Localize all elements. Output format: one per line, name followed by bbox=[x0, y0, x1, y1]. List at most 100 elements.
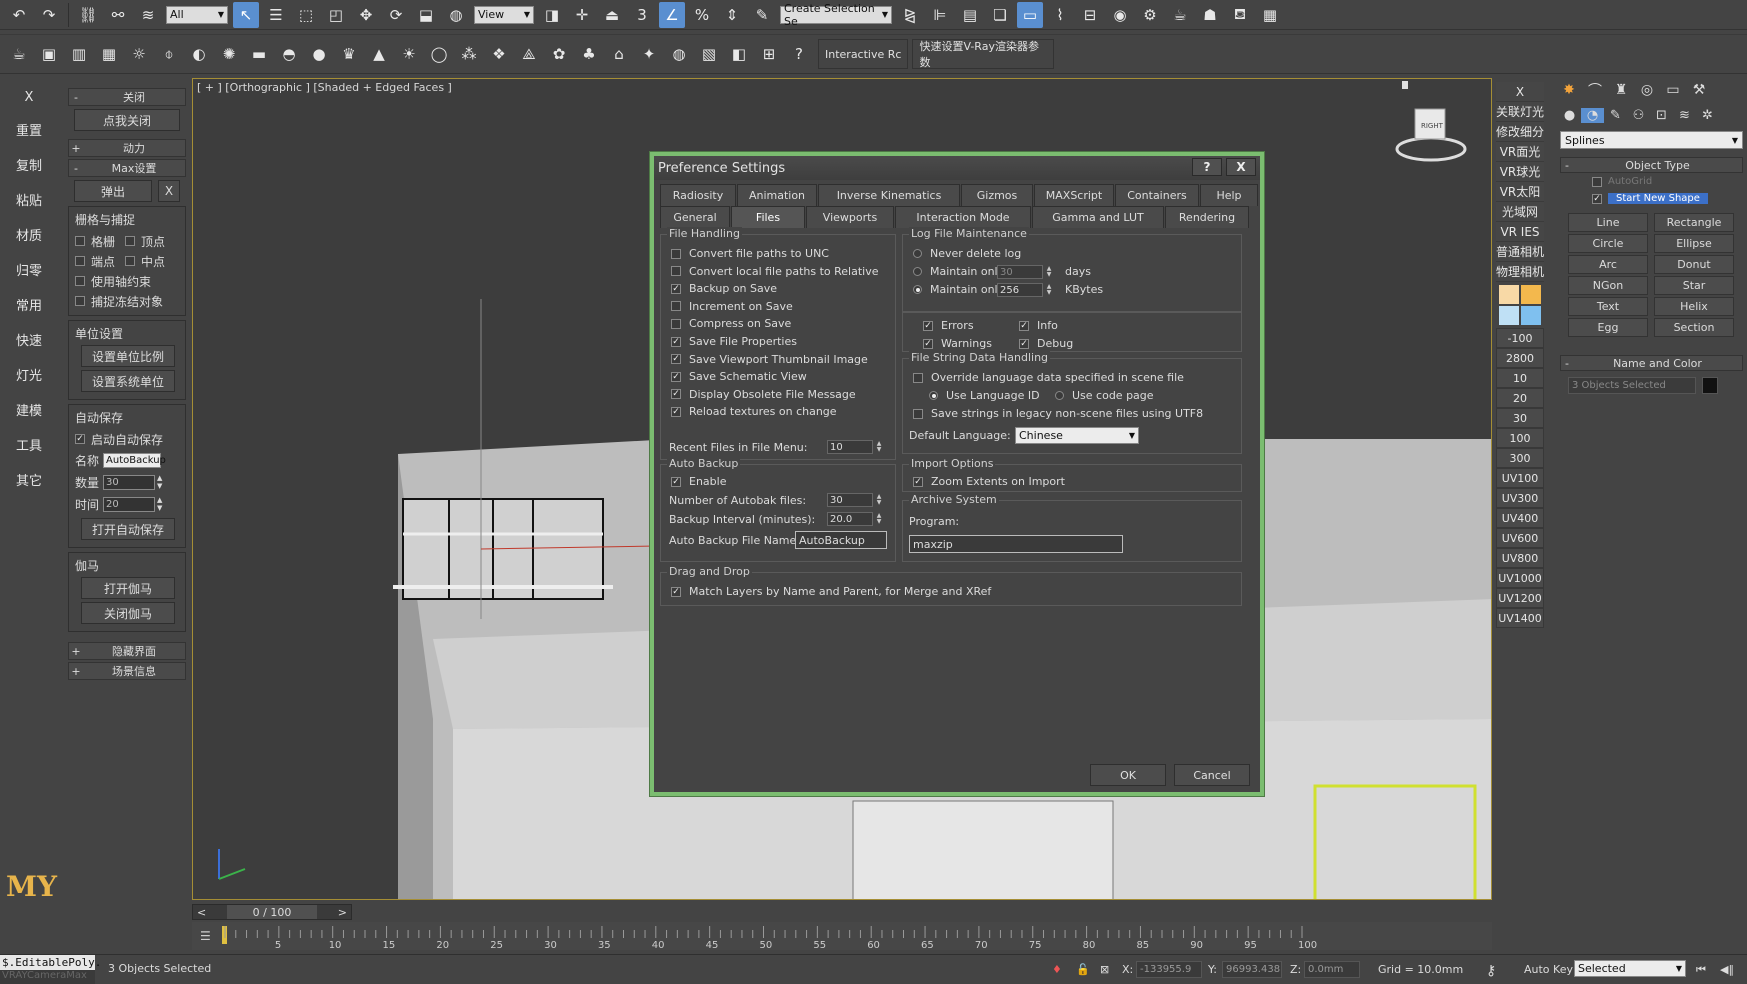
color-swatch[interactable] bbox=[1499, 306, 1519, 325]
right-item-physical-camera[interactable]: 物理相机 bbox=[1496, 262, 1544, 282]
motion-tab-icon[interactable]: ◎ bbox=[1634, 79, 1660, 101]
section-max-settings-head[interactable]: - Max设置 bbox=[68, 159, 186, 177]
vray-quick-settings-button[interactable]: 快速设置V-Ray渲染器参数 bbox=[912, 39, 1055, 69]
archive-program-input[interactable]: maxzip bbox=[909, 535, 1123, 553]
globe-icon[interactable]: ◍ bbox=[666, 41, 692, 67]
errors-option[interactable]: ✓ Errors bbox=[923, 319, 974, 332]
section-scene-info-head[interactable]: + 场景信息 bbox=[68, 662, 186, 680]
shape-button-section[interactable]: Section bbox=[1654, 318, 1734, 337]
selection-lock-icon[interactable]: 🔓 bbox=[1076, 963, 1090, 976]
tab-help[interactable]: Help bbox=[1200, 184, 1258, 206]
tab-containers[interactable]: Containers bbox=[1115, 184, 1199, 206]
tab-interaction-mode[interactable]: Interaction Mode bbox=[895, 206, 1031, 228]
info-checkbox[interactable]: ✓ bbox=[1019, 320, 1029, 331]
autogrid-option[interactable]: AutoGrid bbox=[1592, 173, 1747, 190]
schematic-view-icon[interactable]: ⊟ bbox=[1077, 2, 1103, 28]
strip-item-material[interactable]: 材质 bbox=[0, 217, 58, 252]
warnings-option[interactable]: ✓ Warnings bbox=[923, 337, 992, 350]
preset-value-button[interactable]: UV600 bbox=[1496, 528, 1544, 548]
days-spinner[interactable]: 30 ▲ ▼ bbox=[997, 265, 1053, 279]
preset-value-button[interactable]: 20 bbox=[1496, 388, 1544, 408]
select-and-link-icon[interactable]: ⛓ bbox=[75, 2, 101, 28]
never-delete-radio[interactable] bbox=[913, 249, 922, 258]
strip-item-zero[interactable]: 归零 bbox=[0, 252, 58, 287]
material-editor-icon[interactable]: ◉ bbox=[1107, 2, 1133, 28]
displacement-icon[interactable]: ⟁ bbox=[516, 41, 542, 67]
teapot-icon[interactable]: ☕ bbox=[6, 41, 32, 67]
isolate-icon[interactable]: ♦ bbox=[1052, 963, 1062, 976]
tab-inverse-kinematics[interactable]: Inverse Kinematics bbox=[818, 184, 960, 206]
tab-rendering[interactable]: Rendering bbox=[1165, 206, 1249, 228]
kbytes-value[interactable]: 256 bbox=[997, 283, 1043, 297]
spinner-arrows-icon[interactable]: ▲ ▼ bbox=[1045, 266, 1053, 278]
debug-option[interactable]: ✓ Debug bbox=[1019, 337, 1073, 350]
zoom-extents-checkbox[interactable]: ✓ bbox=[913, 476, 923, 487]
color-swatch[interactable] bbox=[1521, 285, 1541, 304]
time-slider[interactable]: < 0 / 100 > bbox=[192, 904, 352, 920]
dome-light-icon[interactable]: ◓ bbox=[276, 41, 302, 67]
key-icon[interactable]: ⚷ bbox=[1486, 963, 1496, 979]
sun-icon[interactable]: ☀ bbox=[396, 41, 422, 67]
viewport-label[interactable]: [ + ] [Orthographic ] [Shaded + Edged Fa… bbox=[197, 81, 452, 94]
shape-button-text[interactable]: Text bbox=[1568, 297, 1648, 316]
file-handling-option[interactable]: Convert local file paths to Relative bbox=[671, 265, 879, 278]
strip-item-lights[interactable]: 灯光 bbox=[0, 357, 58, 392]
ies-light-icon[interactable]: ▲ bbox=[366, 41, 392, 67]
render-production-icon[interactable]: ☗ bbox=[1197, 2, 1223, 28]
preset-value-button[interactable]: 300 bbox=[1496, 448, 1544, 468]
render-setup-icon[interactable]: ⚙ bbox=[1137, 2, 1163, 28]
override-language-option[interactable]: Override language data specified in scen… bbox=[913, 371, 1184, 384]
file-handling-option[interactable]: Compress on Save bbox=[671, 317, 791, 330]
physical-camera-icon[interactable]: ✿ bbox=[546, 41, 572, 67]
file-handling-checkbox[interactable] bbox=[671, 248, 681, 259]
maintain-days-option[interactable]: Maintain only bbox=[913, 265, 1004, 278]
select-object-icon[interactable]: ↖ bbox=[233, 1, 259, 28]
color-swatch[interactable] bbox=[1521, 306, 1541, 325]
shapes-category-icon[interactable]: ◔ bbox=[1581, 107, 1604, 123]
lights-category-icon[interactable]: ✎ bbox=[1604, 108, 1627, 123]
spinner-arrows-icon[interactable]: ▲ ▼ bbox=[157, 474, 162, 490]
right-item-subdivs[interactable]: 修改细分 bbox=[1496, 122, 1544, 142]
render-activeshade-icon[interactable]: ▦ bbox=[1257, 2, 1283, 28]
file-handling-checkbox[interactable] bbox=[671, 301, 681, 312]
named-selection-dropdown[interactable]: Create Selection Se ▼ bbox=[780, 2, 892, 28]
maintain-days-radio[interactable] bbox=[913, 267, 922, 276]
redo-icon[interactable]: ↷ bbox=[36, 2, 62, 28]
save-strings-utf8-option[interactable]: Save strings in legacy non-scene files u… bbox=[913, 407, 1203, 420]
never-delete-log-option[interactable]: Never delete log bbox=[913, 247, 1021, 260]
strip-item-paste[interactable]: 粘贴 bbox=[0, 182, 58, 217]
maintain-kbytes-radio[interactable] bbox=[913, 285, 922, 294]
create-tab-icon[interactable]: ✸ bbox=[1556, 79, 1582, 101]
section-dynamics-head[interactable]: + 动力 bbox=[68, 139, 186, 157]
sphere-icon[interactable]: ● bbox=[306, 41, 332, 67]
color-swatch[interactable] bbox=[1499, 285, 1519, 304]
table-icon[interactable]: ▥ bbox=[66, 41, 92, 67]
right-item-link-light[interactable]: 关联灯光 bbox=[1496, 102, 1544, 122]
recent-files-value[interactable]: 10 bbox=[827, 440, 873, 454]
file-handling-checkbox[interactable] bbox=[671, 266, 681, 277]
preset-value-button[interactable]: UV300 bbox=[1496, 488, 1544, 508]
sphere-light-icon[interactable]: ◐ bbox=[186, 41, 212, 67]
preset-value-button[interactable]: UV100 bbox=[1496, 468, 1544, 488]
file-handling-checkbox[interactable]: ✓ bbox=[671, 336, 681, 347]
info-option[interactable]: ✓ Info bbox=[1019, 319, 1058, 332]
match-layers-option[interactable]: ✓ Match Layers by Name and Parent, for Me… bbox=[671, 585, 991, 598]
track-bar-menu-icon[interactable]: ☰ bbox=[200, 929, 211, 943]
file-handling-checkbox[interactable]: ✓ bbox=[671, 389, 681, 400]
dialog-title-bar[interactable]: Preference Settings ? X bbox=[654, 156, 1260, 180]
spinner-arrows-icon[interactable]: ▲ ▼ bbox=[875, 441, 883, 453]
spacewarps-category-icon[interactable]: ≋ bbox=[1673, 108, 1696, 123]
save-strings-utf8-checkbox[interactable] bbox=[913, 408, 923, 419]
object-name-field[interactable]: 3 Objects Selected bbox=[1568, 377, 1696, 394]
tab-animation[interactable]: Animation bbox=[737, 184, 817, 206]
spinner-arrows-icon[interactable]: ▲ ▼ bbox=[157, 496, 162, 512]
right-item-vr-sphere-light[interactable]: VR球光 bbox=[1496, 162, 1544, 182]
modify-tab-icon[interactable]: ⌒ bbox=[1582, 79, 1608, 101]
use-language-id-option[interactable]: Use Language ID bbox=[929, 389, 1040, 402]
preset-value-button[interactable]: 30 bbox=[1496, 408, 1544, 428]
z-coord-field[interactable]: 0.0mm bbox=[1304, 961, 1360, 978]
window-crossing-icon[interactable]: ◰ bbox=[323, 2, 349, 28]
strip-item-reset[interactable]: 重置 bbox=[0, 112, 58, 147]
interactive-render-button[interactable]: Interactive Rc bbox=[818, 39, 909, 69]
track-bar[interactable]: ☰ 5 10 15 20 25 30 35 40 45 50 55 60 65 70 75 80 85 90 95 1… bbox=[192, 922, 1492, 951]
